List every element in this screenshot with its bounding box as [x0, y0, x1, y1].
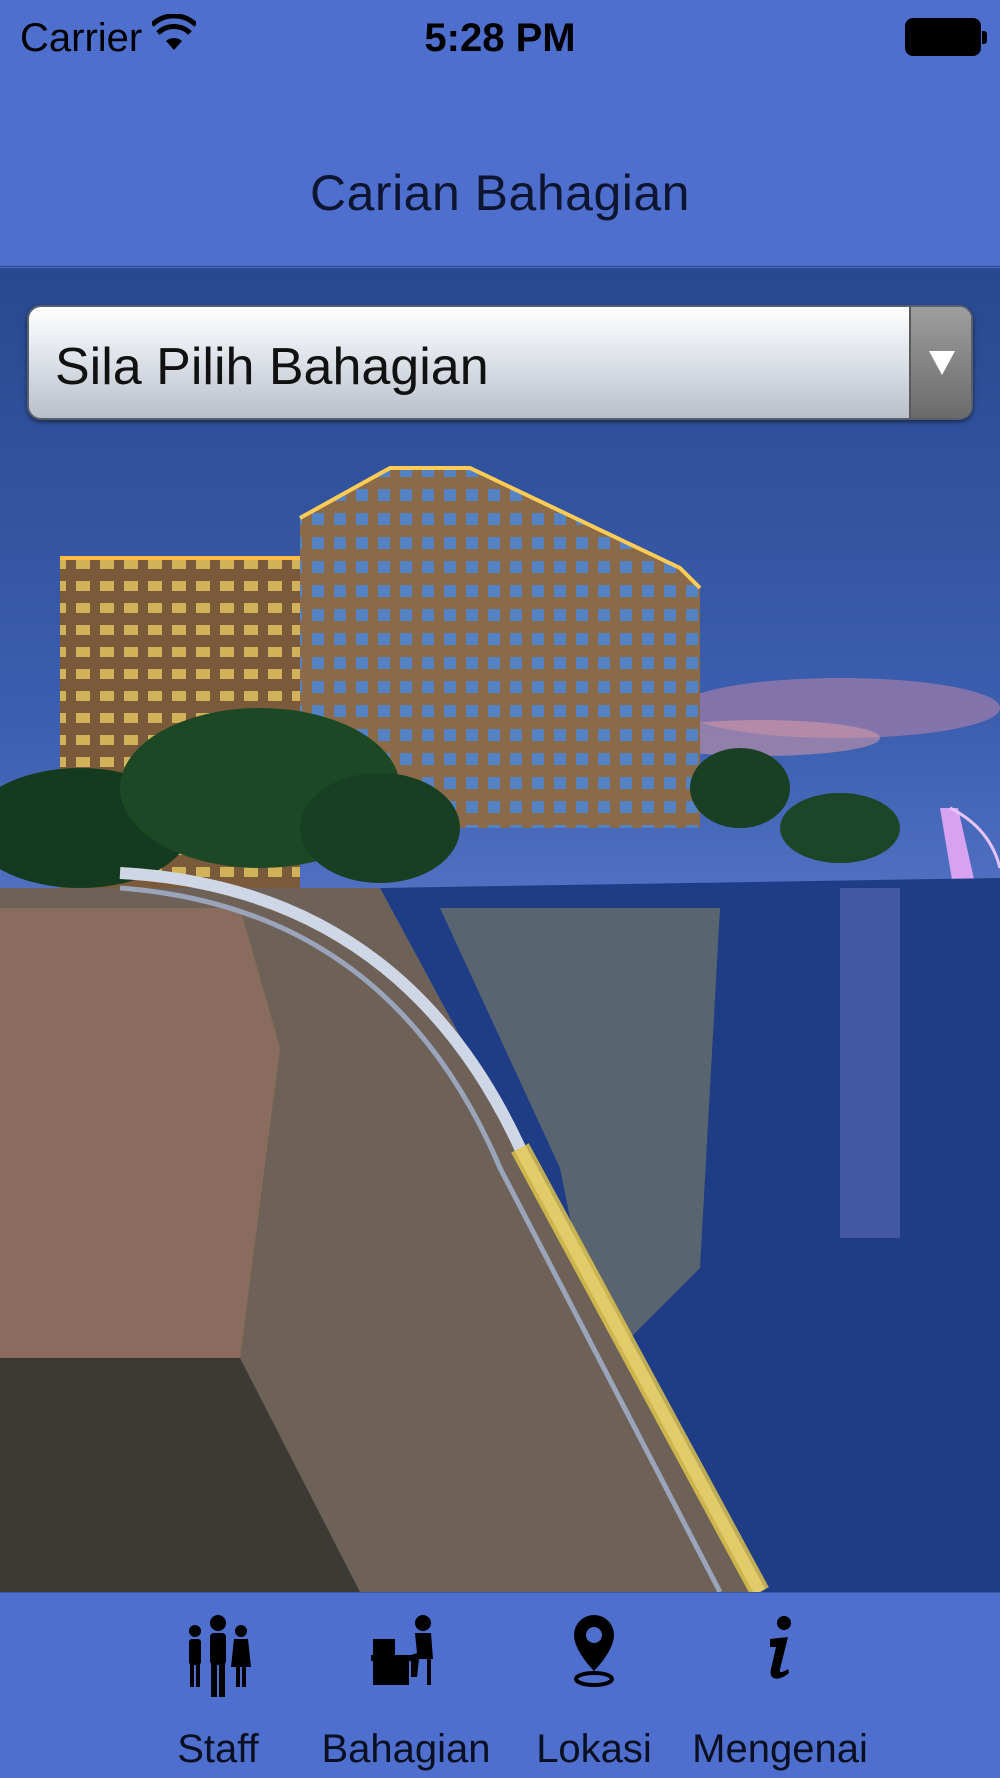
background-photo	[0, 268, 1000, 1592]
clock: 5:28 PM	[424, 16, 576, 60]
tab-bahagian-label: Bahagian	[321, 1727, 491, 1771]
chevron-down-icon	[929, 351, 955, 375]
dropdown-toggle[interactable]	[909, 307, 971, 418]
location-pin-icon	[574, 1615, 614, 1687]
navigation-bar: Carian Bahagian	[0, 80, 1000, 267]
tab-mengenai-label: Mengenai	[692, 1727, 868, 1771]
tab-staff-label: Staff	[177, 1727, 259, 1771]
department-select[interactable]: Sila Pilih Bahagian	[27, 305, 973, 420]
staff-icon	[189, 1615, 251, 1697]
info-icon	[770, 1616, 791, 1679]
tab-bahagian[interactable]: Bahagian	[320, 1593, 492, 1778]
status-bar: Carrier 5:28 PM	[0, 0, 1000, 80]
department-select-value: Sila Pilih Bahagian	[55, 338, 489, 396]
tab-staff[interactable]: Staff	[140, 1593, 296, 1778]
waterfront-night-image	[0, 466, 1000, 1592]
tab-mengenai[interactable]: Mengenai	[692, 1593, 868, 1778]
page-title: Carian Bahagian	[310, 165, 690, 221]
tab-bar: Staff Bahagian Lokasi Mengenai	[0, 1592, 1000, 1778]
desk-icon	[371, 1615, 433, 1685]
battery-icon	[905, 18, 987, 56]
tab-lokasi-label: Lokasi	[536, 1727, 652, 1771]
tab-lokasi[interactable]: Lokasi	[522, 1593, 666, 1778]
